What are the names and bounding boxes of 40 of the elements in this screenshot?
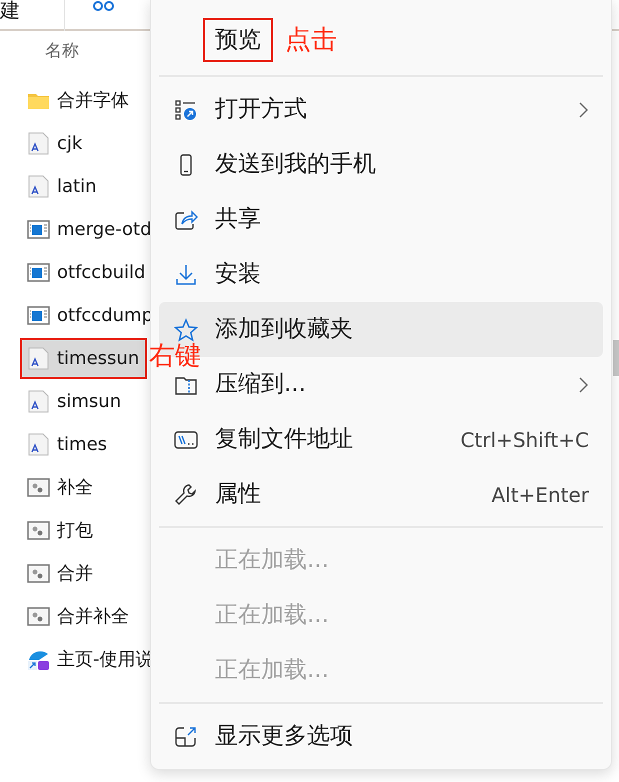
shortcut-text: Ctrl+Shift+C [460, 426, 589, 454]
menu-item[interactable]: 属性 Alt+Enter [159, 467, 603, 522]
file-item[interactable]: merge-otd [27, 211, 158, 248]
menu-item[interactable]: 安装 [159, 247, 603, 302]
open-with-icon [174, 98, 198, 122]
file-item[interactable]: 打包 [27, 512, 99, 549]
program-icon [27, 261, 50, 284]
menu-item[interactable]: 预览 点击 [159, 9, 603, 71]
font-file-icon [27, 433, 50, 456]
program-icon [27, 304, 50, 327]
shortcut-text: Alt+Enter [491, 482, 589, 508]
scrollbar-thumb[interactable] [613, 340, 619, 376]
program-icon [27, 218, 50, 241]
font-file-icon [27, 132, 50, 155]
toolbar-label: 建 [0, 0, 20, 21]
file-item[interactable]: otfccbuild [27, 254, 152, 291]
column-header[interactable]: 名称 [45, 41, 79, 61]
font-file-icon [27, 347, 50, 370]
file-item[interactable]: 补全 [27, 469, 99, 506]
font-file-icon [27, 175, 50, 198]
file-item[interactable]: timessun [22, 340, 146, 377]
file-item[interactable]: simsun [27, 383, 128, 420]
file-item[interactable]: otfccdump [27, 297, 159, 334]
file-item[interactable]: cjk [27, 125, 88, 162]
menu-item[interactable]: 共享 [159, 192, 603, 247]
expand-icon [174, 724, 198, 748]
file-item[interactable]: times [27, 426, 114, 463]
menu-item[interactable]: 复制文件地址 Ctrl+Shift+C [159, 412, 603, 467]
menu-item[interactable]: 发送到我的手机 [159, 137, 603, 192]
font-file-icon [27, 390, 50, 413]
wrench-icon [174, 482, 198, 506]
file-item[interactable]: latin [27, 168, 102, 205]
download-icon [174, 262, 198, 286]
menu-item[interactable]: 显示更多选项 [159, 709, 603, 764]
menu-item[interactable]: 打开方式 [159, 82, 603, 137]
file-item[interactable]: 合并字体 [27, 82, 135, 119]
file-item[interactable]: 合并 [27, 555, 99, 592]
annotation-label: 点击 [285, 24, 337, 56]
file-item[interactable]: 合并补全 [27, 598, 135, 635]
star-icon [174, 318, 198, 342]
